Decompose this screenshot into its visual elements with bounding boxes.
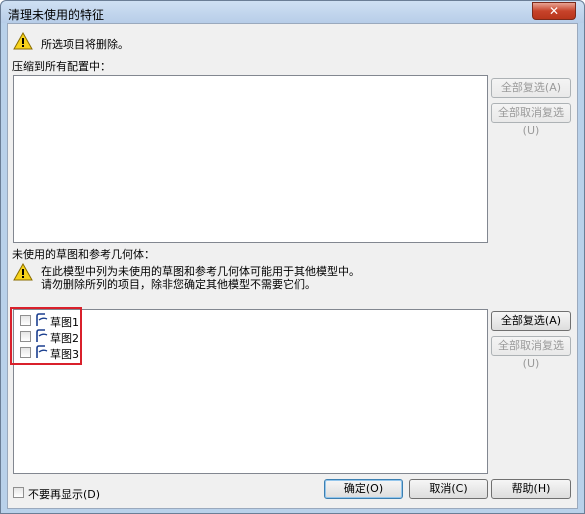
close-button[interactable]: ✕ [532, 2, 576, 20]
compress-select-all-button[interactable]: 全部复选(A) [491, 78, 571, 98]
window-title: 清理未使用的特征 [8, 8, 105, 22]
dialog-client-area: 所选项目将删除。 压缩到所有配置中： 全部复选(A) 全部取消复选(U) 未使用… [7, 23, 578, 509]
compress-listbox[interactable] [13, 75, 488, 243]
compress-deselect-all-button[interactable]: 全部取消复选(U) [491, 103, 571, 137]
warning-icon [13, 263, 33, 281]
annotation-highlight-box [10, 307, 82, 365]
unused-select-all-button[interactable]: 全部复选(A) [491, 311, 571, 331]
compress-label: 压缩到所有配置中： [12, 60, 111, 73]
cancel-button[interactable]: 取消(C) [409, 479, 488, 499]
dont-show-label[interactable]: 不要再显示(D) [28, 486, 100, 502]
dialog-window: 清理未使用的特征 ✕ 所选项目将删除。 压缩到所有配置中： 全部复选(A) 全部… [0, 0, 585, 514]
top-warning-text: 所选项目将删除。 [41, 38, 129, 51]
warning-icon [13, 32, 33, 50]
unused-listbox[interactable]: 草图1 草图2 草图3 [13, 309, 488, 474]
dont-show-checkbox[interactable] [13, 487, 24, 498]
ok-button[interactable]: 确定(O) [324, 479, 403, 499]
unused-label: 未使用的草图和参考几何体： [12, 248, 155, 261]
unused-deselect-all-button[interactable]: 全部取消复选(U) [491, 336, 571, 370]
title-bar[interactable]: 清理未使用的特征 ✕ [1, 1, 584, 23]
help-button[interactable]: 帮助(H) [491, 479, 571, 499]
unused-warning-line2: 请勿删除所列的项目，除非您确定其他模型不需要它们。 [41, 278, 316, 291]
